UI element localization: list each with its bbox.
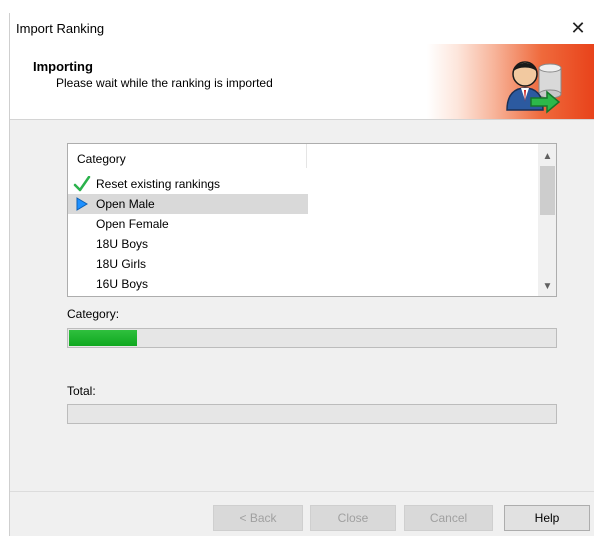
list-item-label: 18U Boys [96,237,149,251]
list-item-open-female[interactable]: Open Female [68,214,308,234]
list-item-label: Reset existing rankings [96,177,221,191]
scroll-down-arrow-icon[interactable]: ▼ [539,278,556,295]
scroll-up-arrow-icon[interactable]: ▲ [539,148,556,165]
header-banner [427,44,594,119]
category-progress-bar [67,328,557,348]
category-progress-label: Category: [67,307,120,321]
wizard-header: Importing Please wait while the ranking … [10,44,594,120]
page-subtitle: Please wait while the ranking is importe… [56,76,273,90]
vertical-scrollbar[interactable]: ▲ ▼ [538,144,556,296]
total-progress-bar [67,404,557,424]
back-button[interactable]: < Back [213,505,303,531]
page-title: Importing [33,59,93,74]
list-item-label: 16U Boys [96,277,149,291]
total-progress-label: Total: [67,384,96,398]
scroll-thumb[interactable] [540,166,555,215]
list-item-open-male[interactable]: Open Male [68,194,308,214]
list-item-18u-girls[interactable]: 18U Girls [68,254,308,274]
list-item-reset-existing-rankings[interactable]: Reset existing rankings [68,174,308,194]
list-item-16u-boys[interactable]: 16U Boys [68,274,308,294]
list-item-label: Open Female [96,217,169,231]
list-item-label: Open Male [96,197,155,211]
user-database-import-icon [506,61,562,114]
checkmark-icon [73,176,91,192]
category-list: Reset existing rankings Open Male Open F… [68,174,308,294]
category-progress-fill [69,330,137,346]
list-column-header[interactable]: Category [68,144,307,168]
list-item-label: 18U Girls [96,257,147,271]
button-bar: < Back Close Cancel Help [10,491,594,536]
list-item-18u-boys[interactable]: 18U Boys [68,234,308,254]
column-header-label: Category [77,152,126,166]
import-ranking-dialog: Import Ranking ✕ Importing Please wait w… [9,13,594,536]
window-title: Import Ranking [16,21,105,36]
cancel-button[interactable]: Cancel [404,505,493,531]
close-button[interactable]: Close [310,505,396,531]
close-icon[interactable]: ✕ [565,15,591,41]
play-arrow-icon [76,197,88,211]
category-listbox[interactable]: Category Reset existing rankings Open Ma… [67,143,557,297]
help-button[interactable]: Help [504,505,590,531]
title-bar: Import Ranking ✕ [10,13,594,44]
